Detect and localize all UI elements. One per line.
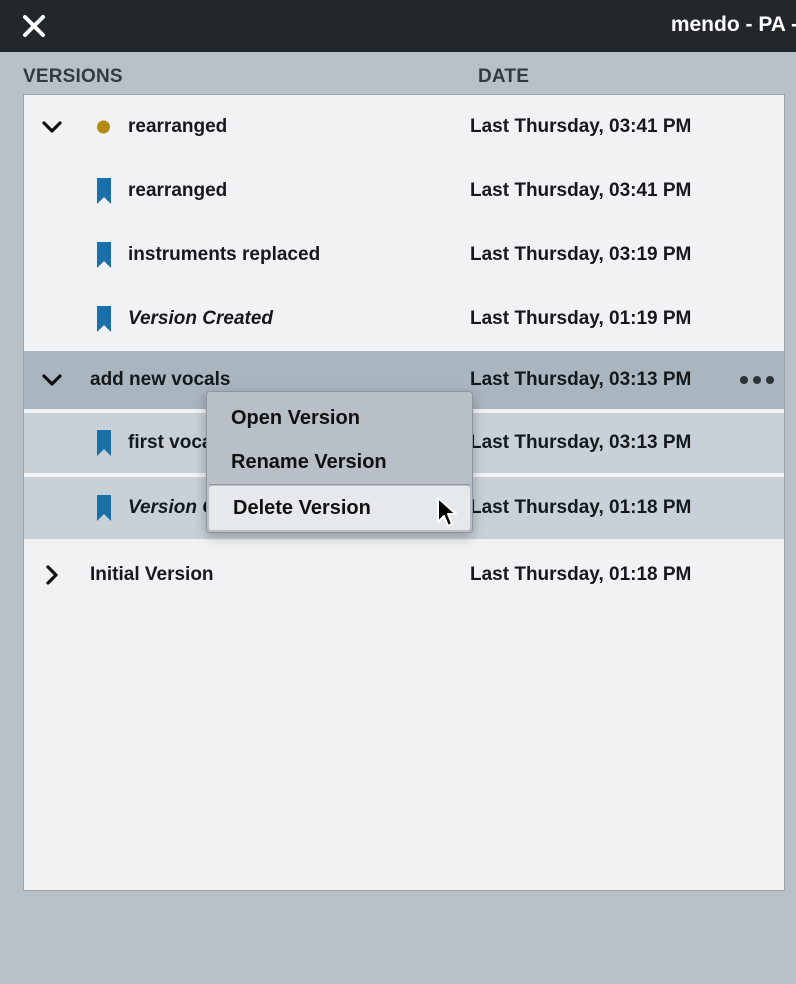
version-row-rearranged[interactable]: rearranged Last Thursday, 03:41 PM xyxy=(24,95,784,159)
bookmark-icon xyxy=(97,495,111,521)
version-row-initial-version[interactable]: Initial Version Last Thursday, 01:18 PM xyxy=(24,543,784,607)
version-label: first voca xyxy=(128,432,213,453)
version-row-child[interactable]: rearranged Last Thursday, 03:41 PM xyxy=(24,159,784,223)
context-menu: Open Version Rename Version Delete Versi… xyxy=(206,391,473,533)
version-date: Last Thursday, 03:41 PM xyxy=(470,116,692,137)
version-label: add new vocals xyxy=(90,369,231,390)
date-column-header[interactable]: DATE xyxy=(478,66,529,88)
version-date: Last Thursday, 01:18 PM xyxy=(470,564,692,585)
close-icon[interactable] xyxy=(18,10,50,42)
menu-separator xyxy=(209,484,470,485)
open-version-menu-item[interactable]: Open Version xyxy=(207,396,472,440)
status-dot-icon xyxy=(97,120,110,134)
version-row-child[interactable]: Version Created Last Thursday, 01:19 PM xyxy=(24,287,784,351)
version-date: Last Thursday, 03:13 PM xyxy=(470,369,692,390)
version-date: Last Thursday, 03:13 PM xyxy=(470,432,692,453)
version-date: Last Thursday, 03:41 PM xyxy=(470,180,692,201)
version-label: instruments replaced xyxy=(128,244,321,265)
version-label: Version C xyxy=(128,497,216,518)
version-label: Initial Version xyxy=(90,564,214,585)
title-bar: mendo - PA - xyxy=(0,0,796,52)
chevron-down-icon[interactable] xyxy=(40,115,64,139)
bookmark-icon xyxy=(97,306,111,332)
version-date: Last Thursday, 03:19 PM xyxy=(470,244,692,265)
version-label: rearranged xyxy=(128,116,228,137)
chevron-down-icon[interactable] xyxy=(40,368,64,392)
chevron-right-icon[interactable] xyxy=(40,563,64,587)
delete-version-menu-item[interactable]: Delete Version xyxy=(209,486,470,530)
window-title: mendo - PA - xyxy=(670,13,796,36)
version-label: rearranged xyxy=(128,180,228,201)
mouse-pointer-icon xyxy=(437,497,457,527)
bookmark-icon xyxy=(97,242,111,268)
version-date: Last Thursday, 01:19 PM xyxy=(470,308,692,329)
more-options-icon[interactable] xyxy=(740,374,776,386)
version-label: Version Created xyxy=(128,308,274,329)
bookmark-icon xyxy=(97,178,111,204)
version-row-child[interactable]: instruments replaced Last Thursday, 03:1… xyxy=(24,223,784,287)
bookmark-icon xyxy=(97,430,111,456)
version-date: Last Thursday, 01:18 PM xyxy=(470,497,692,518)
rename-version-menu-item[interactable]: Rename Version xyxy=(207,440,472,484)
versions-column-header[interactable]: VERSIONS xyxy=(23,66,123,88)
